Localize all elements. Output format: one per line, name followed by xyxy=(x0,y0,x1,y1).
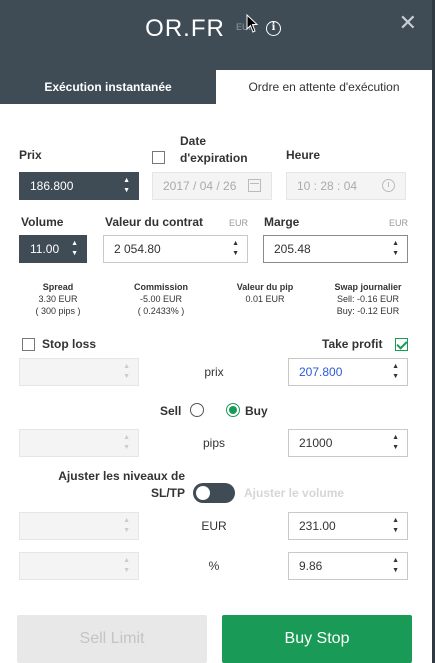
volume-stepper[interactable]: ▲ ▼ xyxy=(71,239,78,259)
spread-title: Spread xyxy=(42,282,74,292)
margin-label: Marge xyxy=(264,215,300,229)
expiry-date-input[interactable]: 2017 / 04 / 26 xyxy=(152,172,272,200)
contract-value-unit: EUR xyxy=(229,218,249,228)
take-profit-percent-value: 9.86 xyxy=(299,559,323,573)
sell-radio-label: Sell xyxy=(160,404,182,418)
take-profit-percent-input[interactable]: 9.86 ▲ ▼ xyxy=(288,552,408,580)
take-profit-percent-stepper[interactable]: ▲ ▼ xyxy=(392,556,399,576)
price-input[interactable]: 186.800 ▲ ▼ xyxy=(19,172,139,200)
expiry-date-value: 2017 / 04 / 26 xyxy=(163,179,237,193)
mouse-cursor-icon xyxy=(246,14,259,33)
row-percent-label: % xyxy=(208,559,220,573)
tab-instant-execution[interactable]: Exécution instantanée xyxy=(0,70,216,104)
commission-percent: ( 0.2433% ) xyxy=(137,306,185,316)
pip-value-value: 0.01 EUR xyxy=(245,294,285,304)
stop-loss-eur-input[interactable]: ▲ ▼ xyxy=(19,512,139,540)
margin-input[interactable]: 205.48 ▲ ▼ xyxy=(263,235,408,263)
stop-loss-eur-stepper[interactable]: ▲ ▼ xyxy=(123,516,130,536)
buy-stop-button[interactable]: Buy Stop xyxy=(222,615,412,663)
time-label: Heure xyxy=(286,148,321,162)
margin-stepper[interactable]: ▲ ▼ xyxy=(392,239,399,259)
take-profit-price-stepper[interactable]: ▲ ▼ xyxy=(392,362,399,382)
take-profit-eur-stepper[interactable]: ▲ ▼ xyxy=(392,516,399,536)
stop-loss-pips-stepper[interactable]: ▲ ▼ xyxy=(123,433,130,453)
time-value: 10 : 28 : 04 xyxy=(297,179,358,193)
commission-value: -5.00 EUR xyxy=(139,294,183,304)
spread-value: 3.30 EUR xyxy=(38,294,78,304)
stop-loss-checkbox[interactable] xyxy=(22,338,35,351)
take-profit-pips-value: 21000 xyxy=(299,436,333,450)
info-icon[interactable]: i xyxy=(266,21,281,36)
take-profit-price-value: 207.800 xyxy=(299,365,343,379)
take-profit-pips-stepper[interactable]: ▲ ▼ xyxy=(392,433,399,453)
buy-radio-label: Buy xyxy=(245,404,268,418)
adjust-levels-label-line2: SL/TP xyxy=(150,486,185,500)
stop-loss-percent-stepper[interactable]: ▲ ▼ xyxy=(123,556,130,576)
stop-loss-price-stepper[interactable]: ▲ ▼ xyxy=(123,362,130,382)
contract-value-value: 2 054.80 xyxy=(114,242,161,256)
adjust-mode-toggle[interactable] xyxy=(193,483,235,503)
stop-loss-pips-input[interactable]: ▲ ▼ xyxy=(19,429,139,457)
adjust-volume-label: Ajuster le volume xyxy=(244,486,345,500)
swap-buy: Buy: -0.12 EUR xyxy=(336,306,400,316)
clock-icon[interactable] xyxy=(382,179,395,192)
spread-pips: ( 300 pips ) xyxy=(35,306,81,316)
margin-unit: EUR xyxy=(389,218,409,228)
sell-radio[interactable] xyxy=(190,403,204,417)
symbol-title: OR.FR xyxy=(145,15,225,42)
contract-value-label: Valeur du contrat xyxy=(105,215,204,229)
calendar-icon[interactable] xyxy=(248,179,261,192)
buy-radio[interactable] xyxy=(226,403,240,417)
spread-stat: Spread 3.30 EUR ( 300 pips ) xyxy=(18,281,98,317)
take-profit-pips-input[interactable]: 21000 ▲ ▼ xyxy=(288,429,408,457)
take-profit-eur-input[interactable]: 231.00 ▲ ▼ xyxy=(288,512,408,540)
take-profit-checkbox[interactable] xyxy=(395,338,408,351)
volume-label: Volume xyxy=(21,215,64,229)
header-bar: OR.FR EUR i ✕ Exécution instantanée Ordr… xyxy=(0,0,435,104)
row-eur-label: EUR xyxy=(201,519,227,533)
swap-sell: Sell: -0.16 EUR xyxy=(336,294,400,304)
row-pips-label: pips xyxy=(202,436,225,450)
stop-loss-percent-input[interactable]: ▲ ▼ xyxy=(19,552,139,580)
row-price-label: prix xyxy=(204,365,224,379)
volume-value: 11.00 xyxy=(30,242,60,256)
swap-title: Swap journalier xyxy=(334,282,402,292)
take-profit-label: Take profit xyxy=(322,337,383,351)
stop-loss-price-input[interactable]: ▲ ▼ xyxy=(19,358,139,386)
stop-loss-label: Stop loss xyxy=(42,337,97,351)
take-profit-eur-value: 231.00 xyxy=(299,519,336,533)
pip-value-title: Valeur du pip xyxy=(236,282,294,292)
price-value: 186.800 xyxy=(30,179,74,193)
swap-stat: Swap journalier Sell: -0.16 EUR Buy: -0.… xyxy=(322,281,414,317)
margin-value: 205.48 xyxy=(274,242,311,256)
volume-input[interactable]: 11.00 ▲ ▼ xyxy=(19,235,87,263)
adjust-levels-label-line1: Ajuster les niveaux de xyxy=(58,469,185,483)
commission-title: Commission xyxy=(133,282,188,292)
contract-value-stepper[interactable]: ▲ ▼ xyxy=(232,239,239,259)
price-label: Prix xyxy=(19,148,42,162)
take-profit-price-input[interactable]: 207.800 ▲ ▼ xyxy=(288,358,408,386)
commission-stat: Commission -5.00 EUR ( 0.2433% ) xyxy=(116,281,206,317)
pip-value-stat: Valeur du pip 0.01 EUR xyxy=(220,281,310,305)
sell-limit-button[interactable]: Sell Limit xyxy=(17,615,207,663)
close-icon[interactable]: ✕ xyxy=(399,10,417,36)
price-stepper[interactable]: ▲ ▼ xyxy=(123,176,130,196)
expiry-label: Date d'expiration xyxy=(180,134,248,165)
contract-value-input[interactable]: 2 054.80 ▲ ▼ xyxy=(103,235,248,263)
tab-pending-order[interactable]: Ordre en attente d'exécution xyxy=(216,70,432,104)
time-input[interactable]: 10 : 28 : 04 xyxy=(286,172,406,200)
expiry-checkbox[interactable] xyxy=(152,151,165,164)
